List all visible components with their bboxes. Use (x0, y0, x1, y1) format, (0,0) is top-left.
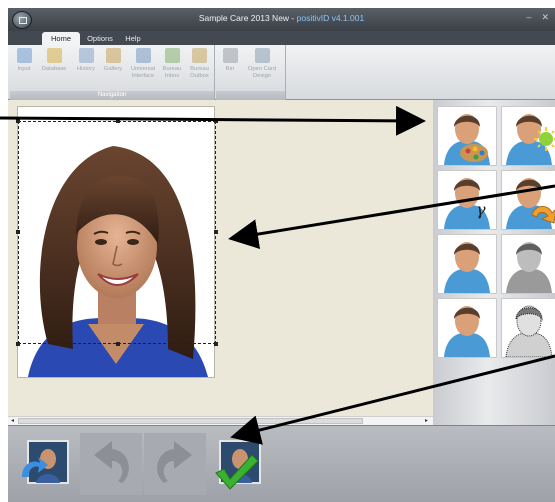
close-button[interactable]: ✕ (541, 12, 549, 22)
window-title-main: Sample Care 2013 New - (198, 13, 297, 23)
crop-handle-right[interactable] (214, 230, 218, 234)
navigation-group-caption: Navigation (10, 91, 214, 100)
crop-handle-bottom-left[interactable] (16, 342, 20, 346)
person-palette-icon (444, 114, 490, 165)
window-title-version: positivID v4.1.001 (296, 13, 365, 23)
crop-handle-bottom-right[interactable] (214, 342, 218, 346)
navigation-group: Input Database History Gallery Universal… (10, 45, 215, 100)
application-window: Sample Care 2013 New - positivID v4.1.00… (8, 8, 555, 502)
reset-button[interactable] (437, 298, 497, 358)
crop-handle-top-right[interactable] (214, 119, 218, 123)
bureau-outbox-button[interactable]: Bureau Outbox (186, 48, 213, 80)
history-icon (78, 48, 94, 63)
title-bar: Sample Care 2013 New - positivID v4.1.00… (8, 8, 555, 31)
bureau-outbox-icon (192, 48, 207, 63)
history-button[interactable]: History (72, 48, 100, 73)
undo-button[interactable] (80, 433, 142, 495)
minimize-button[interactable]: – (526, 12, 531, 22)
open-card-design-icon (254, 48, 270, 63)
universal-interface-icon (135, 48, 151, 63)
input-icon (16, 48, 32, 63)
crop-handle-top[interactable] (116, 119, 120, 123)
bin-button-label: Bin (225, 66, 235, 72)
photo-workspace: ◂ ▸ (8, 100, 433, 425)
scroll-left-button[interactable]: ◂ (8, 417, 17, 425)
ribbon: Input Database History Gallery Universal… (8, 45, 555, 100)
horizontal-scrollbar[interactable]: ◂ ▸ (8, 416, 433, 425)
card-group-caption (216, 91, 285, 100)
person-default-icon (444, 306, 490, 357)
person-rotate-icon (506, 178, 555, 229)
universal-interface-button-label: Universal Interface (130, 66, 156, 79)
history-button-label: History (76, 66, 96, 72)
auto-enhance-button[interactable] (437, 234, 497, 294)
enhancement-palette: γ (433, 100, 555, 425)
sketch-button[interactable] (501, 298, 555, 358)
window-controls: – ✕ (516, 12, 549, 23)
accept-photo-button[interactable] (208, 433, 270, 495)
gamma-button[interactable]: γ (437, 170, 497, 230)
input-button[interactable]: Input (12, 48, 36, 73)
color-adjust-button[interactable] (437, 106, 497, 166)
crop-handle-left[interactable] (16, 230, 20, 234)
bureau-outbox-button-label: Bureau Outbox (190, 66, 209, 79)
tab-options[interactable]: Options (84, 32, 116, 45)
crop-selection[interactable] (16, 119, 218, 346)
window-title: Sample Care 2013 New - positivID v4.1.00… (8, 13, 555, 23)
brightness-button[interactable] (501, 106, 555, 166)
tab-home[interactable]: Home (42, 32, 80, 45)
reload-photo-button[interactable] (16, 433, 78, 495)
svg-text:γ: γ (476, 200, 486, 219)
scroll-thumb[interactable] (18, 418, 363, 424)
bureau-inbox-icon (164, 48, 180, 63)
grayscale-button[interactable] (501, 234, 555, 294)
gallery-button[interactable]: Gallery (100, 48, 126, 73)
bottom-toolbar (8, 425, 555, 502)
bin-button[interactable]: Bin (220, 48, 240, 73)
person-brightness-icon (506, 114, 555, 165)
database-button[interactable]: Database (37, 48, 71, 73)
person-gamma-icon: γ (444, 178, 490, 229)
undo-icon (94, 441, 129, 483)
bureau-inbox-button[interactable]: Bureau Inbox (159, 48, 185, 80)
redo-button[interactable] (144, 433, 206, 495)
universal-interface-button[interactable]: Universal Interface (127, 48, 159, 80)
rotate-button[interactable] (501, 170, 555, 230)
database-icon (46, 48, 62, 63)
open-card-design-button[interactable]: Open Card Design (242, 48, 282, 80)
person-auto-icon (444, 242, 490, 293)
tab-help[interactable]: Help (122, 32, 144, 45)
open-card-design-button-label: Open Card Design (247, 66, 277, 79)
redo-icon (157, 441, 192, 483)
crop-handle-bottom[interactable] (116, 342, 120, 346)
bin-icon (222, 48, 238, 63)
input-button-label: Input (17, 66, 31, 72)
accept-photo-icon (215, 440, 261, 490)
card-group: Bin Open Card Design (216, 45, 286, 100)
reload-photo-icon (22, 440, 69, 484)
scroll-right-button[interactable]: ▸ (422, 417, 431, 425)
crop-handle-top-left[interactable] (16, 119, 20, 123)
photo-frame (16, 106, 218, 378)
ribbon-tab-bar: Home Options Help (8, 31, 555, 45)
gallery-button-label: Gallery (103, 66, 123, 72)
gallery-icon (105, 48, 121, 63)
person-grayscale-icon (506, 242, 552, 293)
person-sketch-icon (505, 305, 553, 358)
database-button-label: Database (41, 66, 67, 72)
bureau-inbox-button-label: Bureau Inbox (162, 66, 182, 79)
